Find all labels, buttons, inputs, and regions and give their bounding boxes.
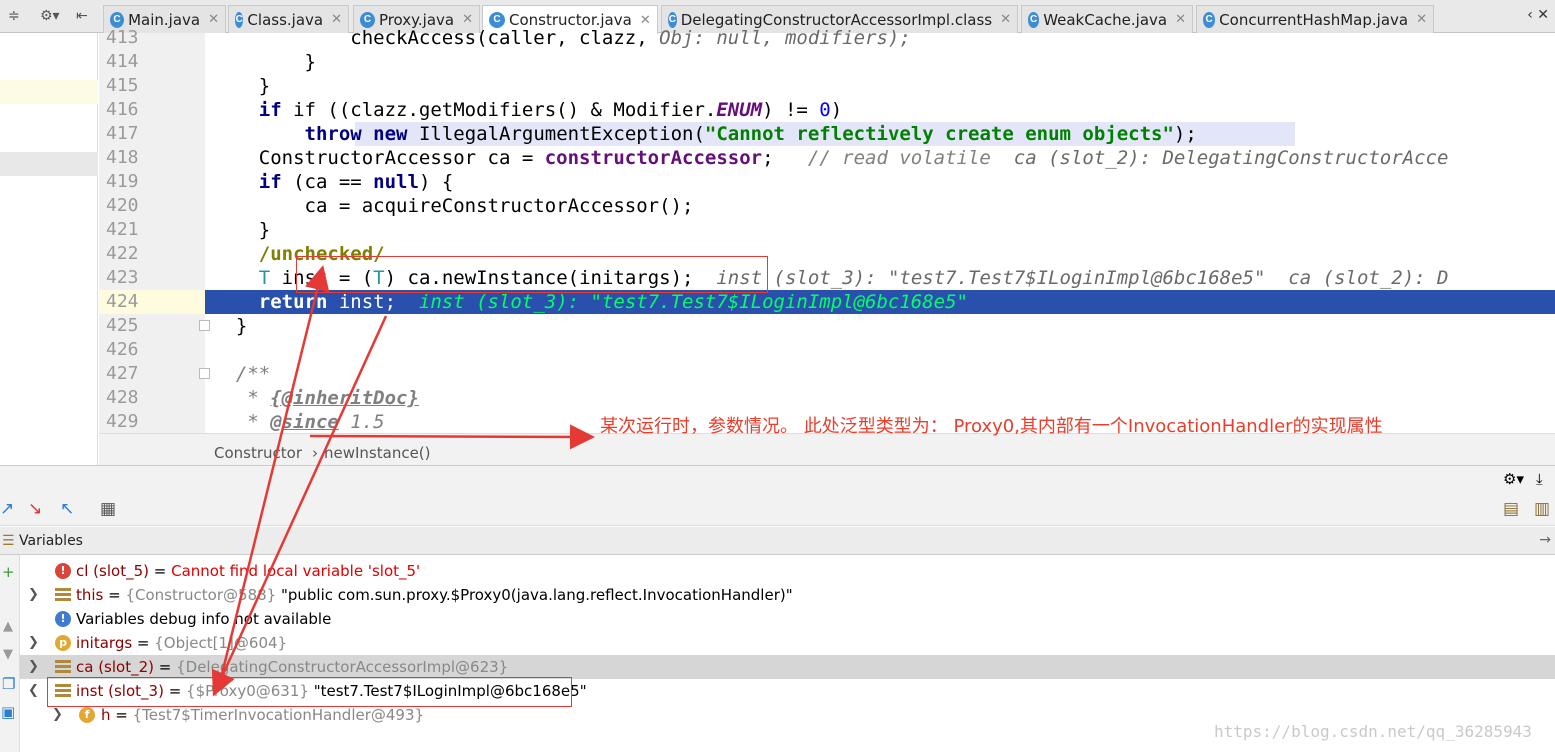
arrow-to-code xyxy=(216,265,330,691)
annotation-note: 某次运行时，参数情况。 此处泛型类型为： Proxy0,其内部有一个Invoca… xyxy=(600,416,1383,437)
watermark: https://blog.csdn.net/qq_36285943 xyxy=(1214,722,1532,741)
arrow-to-note xyxy=(309,424,595,450)
annotation-arrows xyxy=(211,265,595,697)
arrow-to-variable xyxy=(211,315,388,697)
